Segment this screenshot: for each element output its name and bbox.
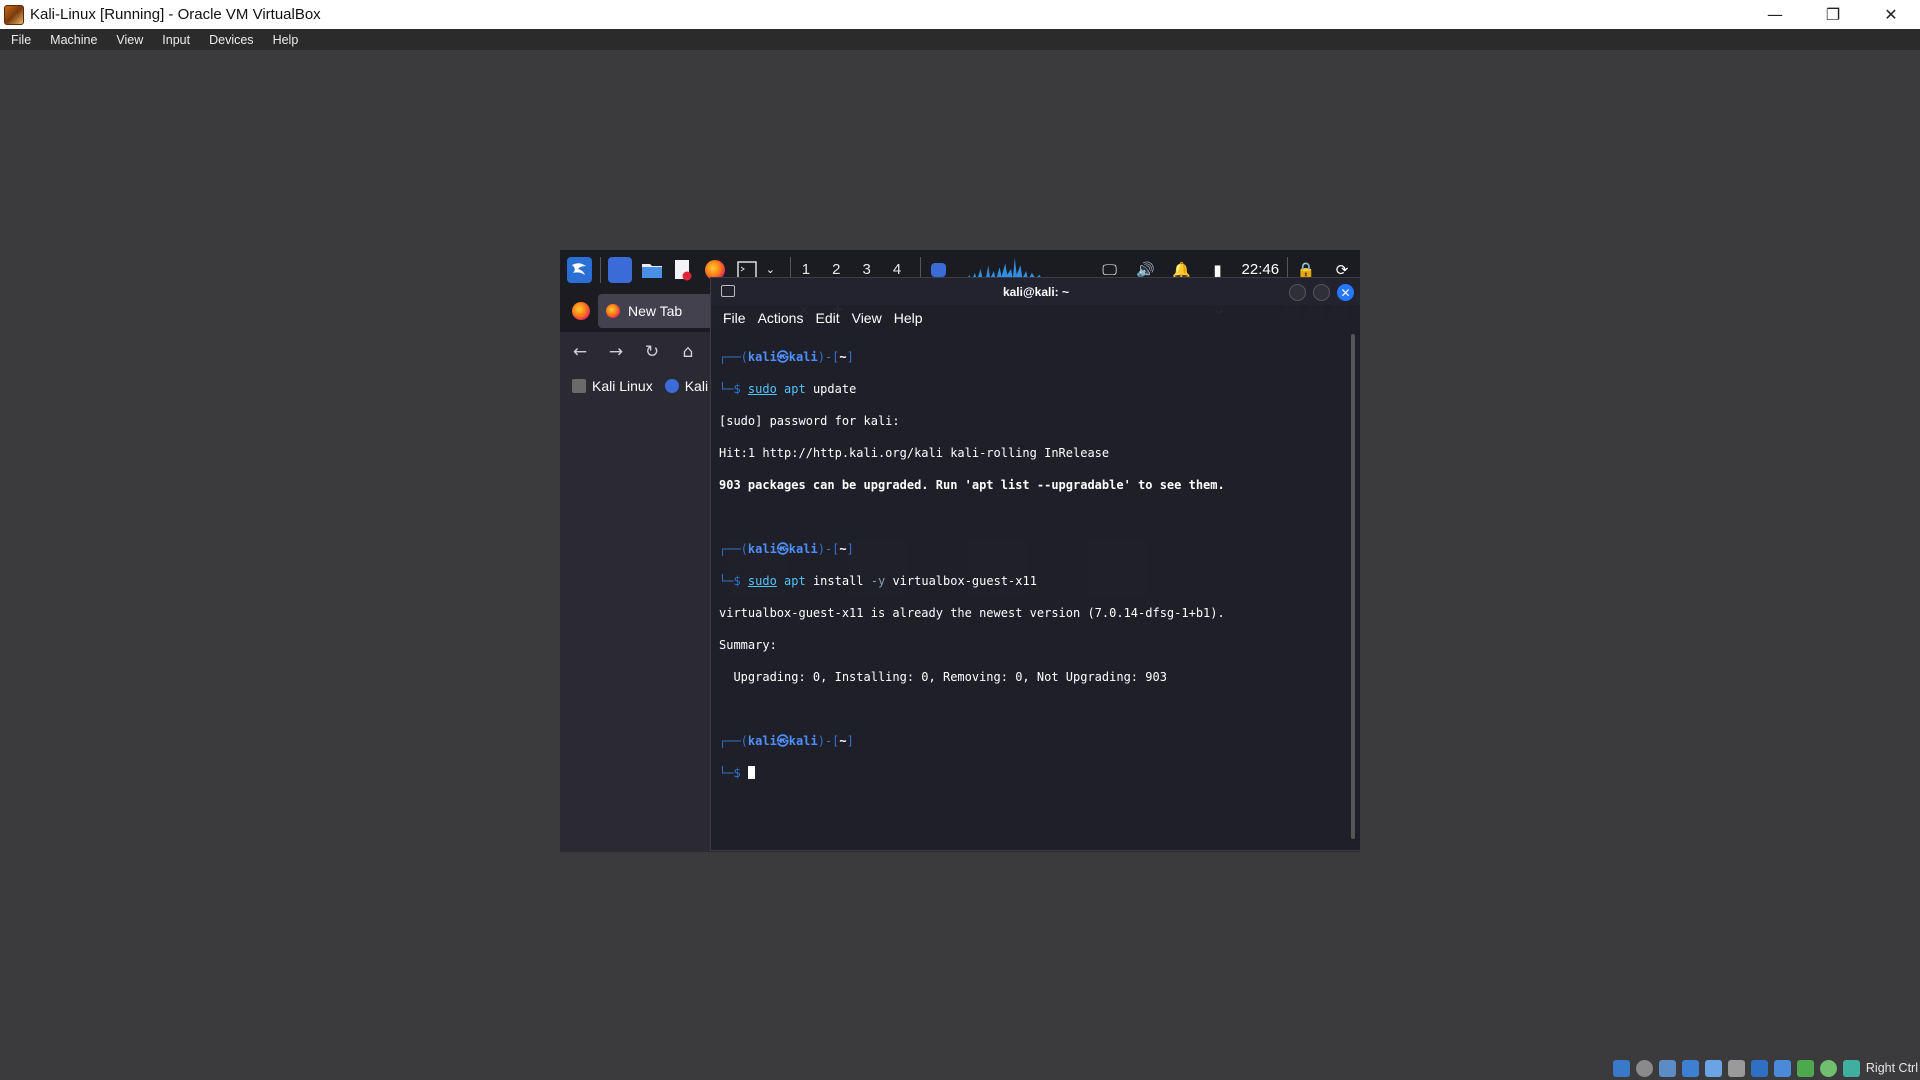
command-line: └─$ sudo apt update <box>719 382 857 396</box>
bookmark-kali[interactable]: Kali <box>664 378 709 394</box>
bookmark-label: Kali Linux <box>592 378 653 394</box>
cpu-activity-icon[interactable] <box>1819 1059 1837 1077</box>
output-line: Summary: <box>719 638 777 652</box>
text-editor-icon[interactable] <box>671 257 696 283</box>
menu-file[interactable]: File <box>0 33 39 47</box>
virtualbox-app-icon <box>4 4 24 25</box>
terminal-menu-view[interactable]: View <box>852 310 882 326</box>
host-statusbar: Right Ctrl <box>0 1056 1920 1080</box>
text-cursor <box>747 766 755 779</box>
terminal-menu-edit[interactable]: Edit <box>815 310 839 326</box>
menu-view[interactable]: View <box>105 33 151 47</box>
terminal-menu-file[interactable]: File <box>723 310 746 326</box>
prompt-path: ~ <box>839 542 847 556</box>
usb-icon[interactable] <box>1704 1059 1722 1077</box>
window-title: Kali-Linux [Running] - Oracle VM Virtual… <box>30 6 321 23</box>
output-line: [sudo] password for kali: <box>719 414 900 428</box>
guest-additions-icon[interactable] <box>1796 1059 1814 1077</box>
forward-arrow-icon[interactable]: → <box>598 342 634 362</box>
video-capture-icon[interactable] <box>1773 1059 1791 1077</box>
home-icon[interactable]: ⌂ <box>670 342 706 362</box>
cmd-option: -y <box>870 574 886 588</box>
prompt-host: kali㉿kali <box>747 734 818 748</box>
terminal-scrollbar[interactable] <box>1351 334 1355 839</box>
bookmark-label: Kali <box>684 378 709 394</box>
command-line[interactable]: └─$ <box>719 765 1345 781</box>
audio-icon[interactable] <box>1658 1059 1676 1077</box>
prompt-path: ~ <box>839 350 847 364</box>
output-line: Hit:1 http://http.kali.org/kali kali-rol… <box>719 446 1110 460</box>
network-icon[interactable] <box>1681 1059 1699 1077</box>
terminal-maximize-button[interactable] <box>1313 284 1330 301</box>
display-icon[interactable] <box>1750 1059 1768 1077</box>
reload-icon[interactable]: ↻ <box>634 342 670 362</box>
terminal-titlebar[interactable]: kali@kali: ~ ✕ <box>711 278 1360 305</box>
optical-drive-icon[interactable] <box>1635 1059 1653 1077</box>
cmd-apt: apt <box>784 382 806 396</box>
terminal-menubar: File Actions Edit View Help <box>711 305 1360 331</box>
terminal-menu-actions[interactable]: Actions <box>758 310 804 326</box>
command-line: └─$ sudo apt install -y virtualbox-guest… <box>719 574 1037 588</box>
terminal-menu-help[interactable]: Help <box>894 310 923 326</box>
menu-machine[interactable]: Machine <box>39 33 105 47</box>
terminal-window-icon <box>721 285 735 297</box>
prompt-host: kali㉿kali <box>747 542 818 556</box>
terminal-title: kali@kali: ~ <box>1002 284 1070 299</box>
kali-dragon-icon <box>572 379 586 393</box>
prompt-line: ┌──(kali㉿kali)-[~] <box>719 734 854 748</box>
cmd-args: update <box>805 382 857 396</box>
window-button-icon[interactable] <box>931 262 947 277</box>
menu-devices[interactable]: Devices <box>198 33 261 47</box>
file-manager-icon[interactable] <box>639 257 664 283</box>
bookmark-kali-linux[interactable]: Kali Linux <box>572 378 653 394</box>
menu-input[interactable]: Input <box>151 33 198 47</box>
panel-clock[interactable]: 22:46 <box>1242 261 1280 278</box>
cmd-apt: apt <box>784 574 806 588</box>
minimize-button[interactable]: — <box>1746 0 1804 29</box>
host-titlebar: Kali-Linux [Running] - Oracle VM Virtual… <box>0 0 1920 29</box>
close-button[interactable]: ✕ <box>1862 0 1920 29</box>
prompt-host: kali㉿kali <box>747 350 818 364</box>
restore-button[interactable]: ❐ <box>1804 0 1862 29</box>
mouse-integration-icon[interactable] <box>1842 1059 1860 1077</box>
terminal-window[interactable]: kali@kali: ~ ✕ File Actions Edit View He… <box>710 277 1360 851</box>
firefox-view-icon[interactable] <box>572 301 590 320</box>
menu-help[interactable]: Help <box>262 33 307 47</box>
window-controls: — ❐ ✕ <box>1746 0 1920 29</box>
terminal-output[interactable]: ┌──(kali㉿kali)-[~] └─$ sudo apt update [… <box>719 333 1345 850</box>
host-key-label: Right Ctrl <box>1865 1061 1918 1075</box>
host-menubar: File Machine View Input Devices Help <box>0 29 1920 50</box>
tab-favicon-icon <box>606 303 620 318</box>
prompt-line: ┌──(kali㉿kali)-[~] <box>719 350 854 364</box>
prompt-line: ┌──(kali㉿kali)-[~] <box>719 542 854 556</box>
output-line: 903 packages can be upgraded. Run 'apt l… <box>719 478 1225 492</box>
guest-screen[interactable]: ⌄ 1 2 3 4 🖵 🔊 🔔 ▮ 22:46 🔒 ⟳ New Tab ✕ + <box>560 250 1360 852</box>
back-arrow-icon[interactable]: ← <box>562 342 598 362</box>
output-line: virtualbox-guest-x11 is already the newe… <box>719 606 1225 620</box>
cmd-args: install <box>805 574 871 588</box>
kali-tools-icon <box>664 379 679 393</box>
cmd-sudo: sudo <box>747 382 777 396</box>
output-line: Upgrading: 0, Installing: 0, Removing: 0… <box>719 670 1167 684</box>
terminal-minimize-button[interactable] <box>1289 284 1306 301</box>
kali-menu-icon[interactable] <box>567 256 592 283</box>
cmd-args: virtualbox-guest-x11 <box>885 574 1037 588</box>
terminal-close-button[interactable]: ✕ <box>1337 284 1354 301</box>
hard-disk-icon[interactable] <box>1612 1059 1630 1077</box>
show-desktop-icon[interactable] <box>607 256 633 283</box>
prompt-path: ~ <box>839 734 847 748</box>
shared-folders-icon[interactable] <box>1727 1059 1745 1077</box>
cmd-sudo: sudo <box>747 574 777 588</box>
panel-separator <box>599 256 601 283</box>
